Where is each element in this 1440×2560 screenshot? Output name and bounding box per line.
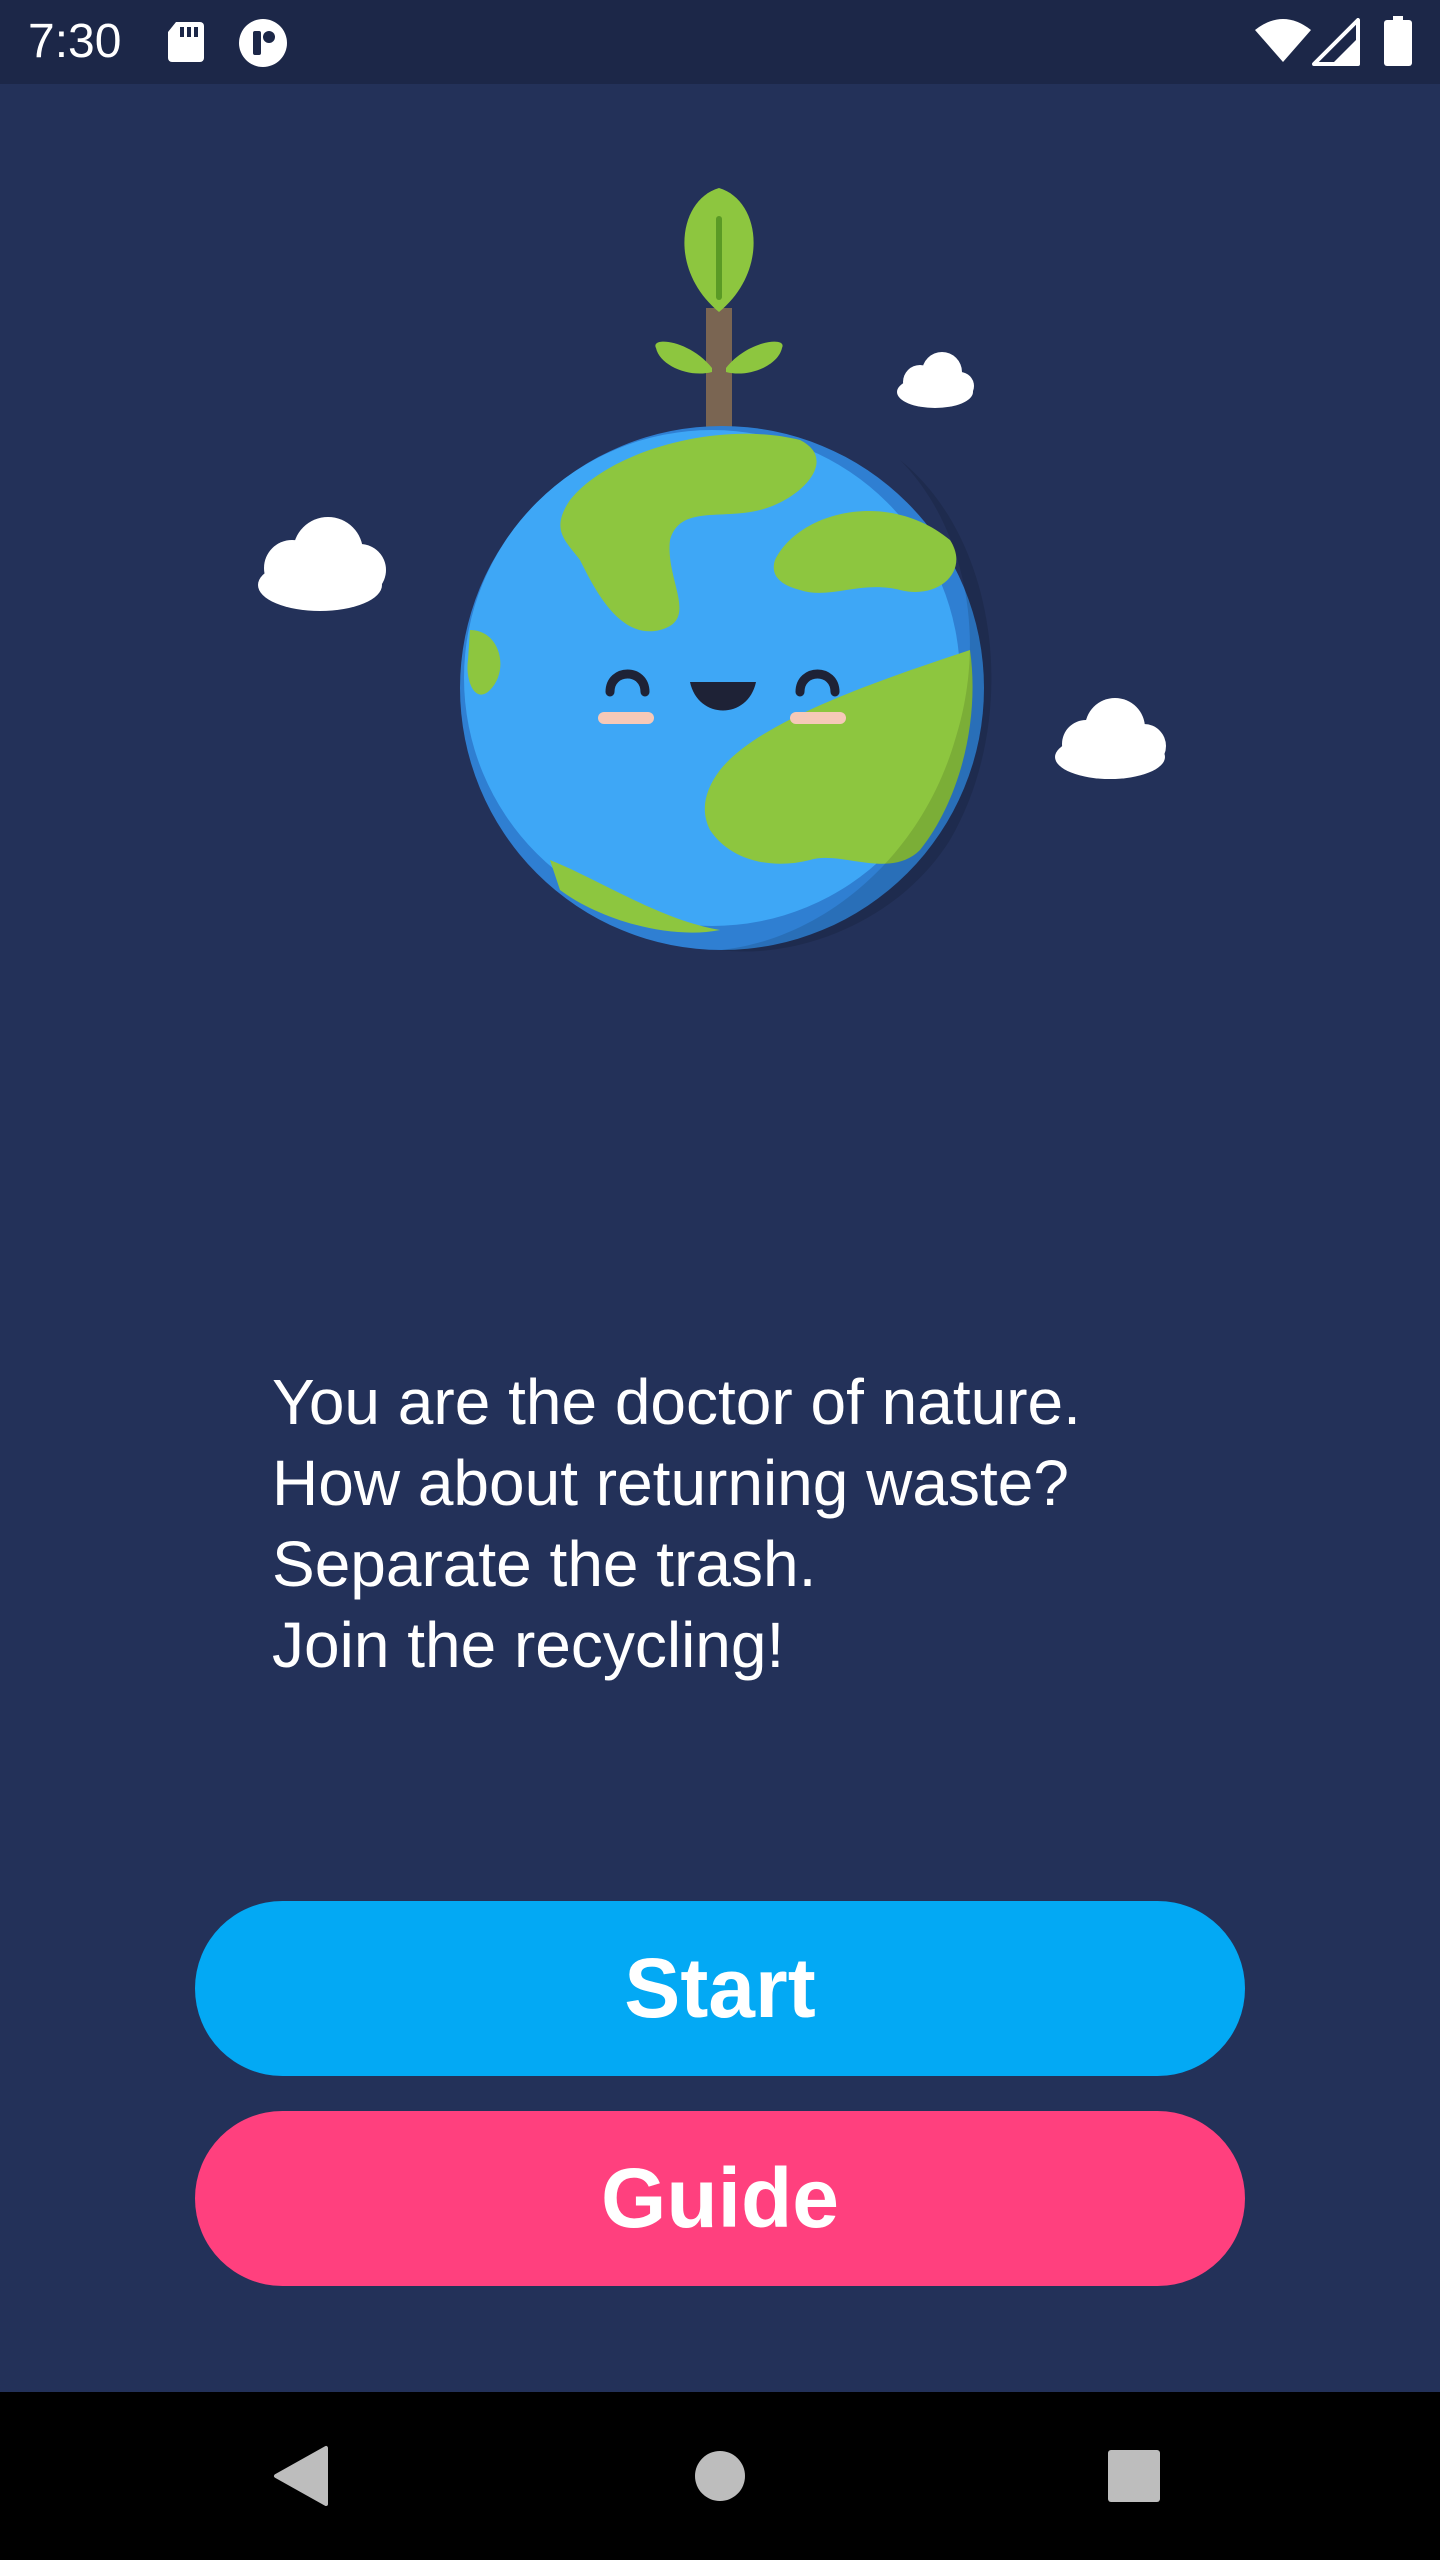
intro-message: You are the doctor of nature. How about …	[272, 1362, 1272, 1686]
message-line: Join the recycling!	[272, 1609, 785, 1681]
wifi-icon	[1254, 18, 1312, 69]
home-icon	[695, 2451, 745, 2501]
recents-button[interactable]	[1084, 2426, 1184, 2526]
message-line: Separate the trash.	[272, 1528, 817, 1600]
message-line: You are the doctor of nature.	[272, 1366, 1081, 1438]
earth-with-sprout-icon	[258, 188, 1166, 952]
sd-card-icon	[166, 20, 206, 69]
app-notification-icon	[238, 18, 288, 73]
back-icon	[274, 2446, 328, 2506]
message-line: How about returning waste?	[272, 1447, 1069, 1519]
signal-icon	[1312, 18, 1360, 71]
earth-illustration	[200, 160, 1240, 1020]
home-button[interactable]	[670, 2426, 770, 2526]
status-bar: 7:30	[0, 0, 1440, 84]
main-screen: 7:30 You are the doctor of nature. How a…	[0, 0, 1440, 2560]
start-button[interactable]: Start	[195, 1901, 1245, 2076]
back-button[interactable]	[250, 2426, 350, 2526]
recents-icon	[1108, 2450, 1160, 2502]
navigation-bar	[0, 2392, 1440, 2560]
guide-button[interactable]: Guide	[195, 2111, 1245, 2286]
battery-icon	[1384, 16, 1412, 71]
status-time: 7:30	[28, 15, 122, 68]
